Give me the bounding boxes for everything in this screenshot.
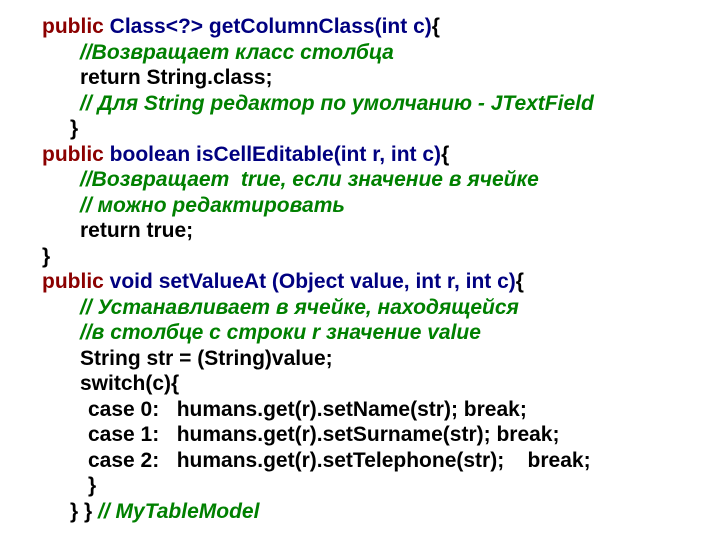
code-line: // Устанавливает в ячейке, находящейся — [42, 295, 720, 321]
statement: String str = (String)value; — [80, 347, 333, 370]
code-line: public boolean isCellEditable(int r, int… — [42, 142, 720, 168]
statement: case 1: humans.get(r).setSurname(str); b… — [88, 423, 559, 446]
code-line: case 0: humans.get(r).setName(str); brea… — [42, 397, 720, 423]
braces: } } — [70, 500, 98, 523]
code-line: public void setValueAt (Object value, in… — [42, 269, 720, 295]
code-line: return String.class; — [42, 65, 720, 91]
keyword-type: boolean — [110, 143, 196, 166]
brace: } — [42, 245, 50, 268]
method-signature: setValueAt (Object value, int r, int c) — [159, 270, 516, 293]
code-line: } } // MyTableModel — [42, 499, 720, 525]
statement: return true; — [80, 219, 193, 242]
statement: return String.class; — [80, 66, 273, 89]
code-line: } — [42, 116, 720, 142]
method-signature: isCellEditable(int r, int c) — [196, 143, 441, 166]
code-line: //в столбце c строки r значение value — [42, 320, 720, 346]
code-line: String str = (String)value; — [42, 346, 720, 372]
statement: case 0: humans.get(r).setName(str); brea… — [88, 398, 527, 421]
code-line: return true; — [42, 218, 720, 244]
comment: // Для String редактор по умолчанию - JT… — [80, 92, 594, 115]
comment: // MyTableModel — [98, 500, 259, 523]
code-line: // можно редактировать — [42, 193, 720, 219]
code-line: } — [42, 473, 720, 499]
method-signature: Class<?> getColumnClass(int c) — [110, 15, 432, 38]
keyword-public: public — [42, 270, 110, 293]
code-line: //Возвращает класс столбца — [42, 40, 720, 66]
code-line: } — [42, 244, 720, 270]
code-line: case 2: humans.get(r).setTelephone(str);… — [42, 448, 720, 474]
keyword-public: public — [42, 143, 110, 166]
comment: //Возвращает true, если значение в ячейк… — [80, 168, 539, 191]
code-line: switch(c){ — [42, 371, 720, 397]
comment: //Возвращает класс столбца — [80, 41, 394, 64]
brace: { — [441, 143, 449, 166]
code-line: //Возвращает true, если значение в ячейк… — [42, 167, 720, 193]
keyword-type: void — [110, 270, 159, 293]
comment: //в столбце c строки r значение value — [80, 321, 481, 344]
comment: // Устанавливает в ячейке, находящейся — [80, 296, 519, 319]
keyword-public: public — [42, 15, 110, 38]
code-line: // Для String редактор по умолчанию - JT… — [42, 91, 720, 117]
brace: } — [70, 117, 78, 140]
code-line: public Class<?> getColumnClass(int c){ — [42, 14, 720, 40]
brace: { — [432, 15, 440, 38]
statement: case 2: humans.get(r).setTelephone(str);… — [88, 449, 591, 472]
brace: { — [516, 270, 524, 293]
brace: } — [88, 474, 96, 497]
comment: // можно редактировать — [80, 194, 345, 217]
statement: switch(c){ — [80, 372, 179, 395]
code-line: case 1: humans.get(r).setSurname(str); b… — [42, 422, 720, 448]
